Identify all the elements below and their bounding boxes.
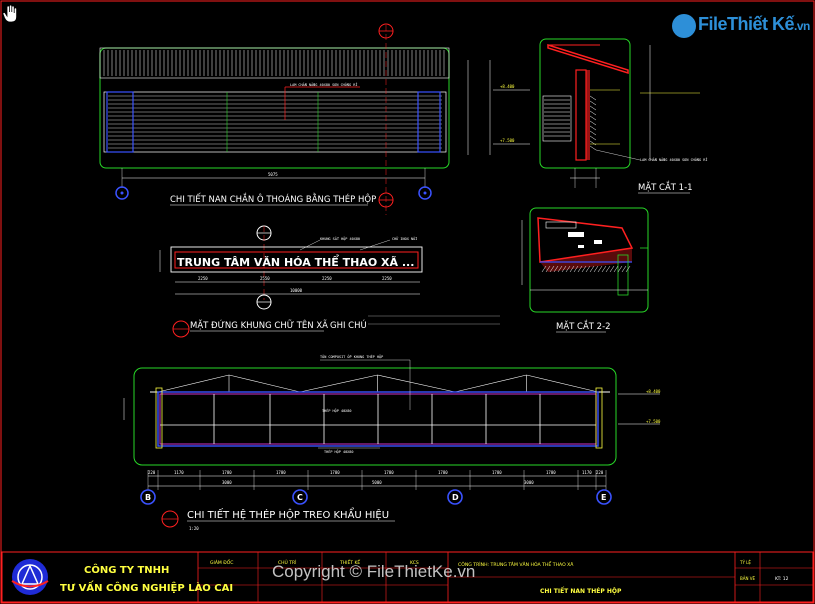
watermark-text: FileThiết Kế.vn	[698, 14, 810, 35]
right-label-1: TỶ LỆ	[739, 560, 751, 565]
frame-dim-label: 220	[596, 470, 604, 475]
top-level-2: +7.500	[500, 138, 515, 143]
sign-total: 10000	[290, 288, 303, 293]
frame-note-bot: THÉP HỘP 40X80	[324, 449, 354, 454]
frame-span-3: 3000	[524, 480, 534, 485]
copyright-watermark: Copyright © FileThietKe.vn	[272, 562, 476, 581]
role-1: GIÁM ĐỐC	[210, 558, 233, 566]
site-watermark: FileThiết Kế.vn	[672, 12, 810, 44]
frame-dim-label: 1780	[384, 470, 394, 475]
axis-label: D	[452, 493, 459, 502]
right-label-2: BẢN VẼ	[740, 576, 755, 581]
sign-dim-3: 2250	[322, 276, 332, 281]
sign-dim-4: 2250	[382, 276, 392, 281]
drawing-line	[589, 100, 597, 106]
drawing-line	[613, 265, 619, 273]
right-label-3: KT: 12	[775, 576, 789, 582]
drawing-line	[589, 105, 597, 111]
drawing-line	[526, 374, 599, 393]
section11-note: LAM CHẮN NẮNG 40X80 SƠN CHỐNG RỈ	[640, 157, 707, 162]
drawing-line	[605, 265, 611, 273]
sign-note-label: GHI CHÚ	[330, 319, 367, 331]
watermark-domain: .vn	[794, 19, 810, 33]
drawing-line	[617, 265, 623, 273]
frame-note-top: TÔN COMPOSIT ỐP KHUNG THÉP HỘP	[320, 354, 383, 359]
top-dim: 5075	[268, 172, 278, 177]
louvre-panel-view: LAM CHẮN NẮNG 40X80 SƠN CHỐNG RỈ +8.400 …	[99, 23, 530, 215]
cad-drawing-canvas: LAM CHẮN NẮNG 40X80 SƠN CHỐNG RỈ +8.400 …	[0, 0, 815, 604]
frame-dim-label: 1780	[276, 470, 286, 475]
drawing-line	[589, 135, 597, 141]
top-level-1: +8.400	[500, 84, 515, 89]
drawing-line	[299, 374, 378, 393]
drawing-line	[593, 265, 599, 273]
drawing-line	[589, 110, 597, 116]
frame-dim-label: 1780	[492, 470, 502, 475]
hand-cursor-icon	[2, 4, 17, 23]
drawing-line	[589, 130, 597, 136]
company-name-1: CÔNG TY TNHH	[84, 563, 169, 576]
section22-title: MẶT CẮT 2-2	[556, 319, 611, 332]
top-view-title: CHI TIẾT NAN CHẮN Ô THOÁNG BẰNG THÉP HỘP	[170, 192, 376, 205]
frame-level-1: +8.400	[646, 389, 661, 394]
drawing-line	[609, 265, 615, 273]
sign-note-1: KHUNG SẮT HỘP 40X80	[320, 236, 360, 241]
frame-dim-label: 1170	[174, 470, 184, 475]
drawing-line	[601, 265, 607, 273]
watermark-brand-2: Thiết Kế	[727, 14, 795, 34]
drawing-line	[589, 145, 597, 151]
sign-note-2: CHỮ INOX NỔI	[392, 236, 417, 241]
frame-dim-label: 1170	[582, 470, 592, 475]
top-note: LAM CHẮN NẮNG 40X80 SƠN CHỐNG RỈ	[290, 82, 357, 87]
frame-dim-label: 220	[148, 470, 156, 475]
sheet-border	[0, 0, 815, 604]
frame-note-mid: THÉP HỘP 40X80	[322, 408, 352, 413]
drawing-line	[157, 374, 230, 393]
sign-dim-2: 2550	[260, 276, 270, 281]
drawing-line	[589, 140, 597, 146]
section-2-2: MẶT CẮT 2-2	[521, 207, 649, 333]
frame-dim-label: 1780	[546, 470, 556, 475]
slogan-frame-view: TÔN COMPOSIT ỐP KHUNG THÉP HỘP THÉP HỘP …	[123, 354, 661, 531]
frame-span-2: 5000	[372, 480, 382, 485]
drawing-line	[589, 125, 597, 131]
axis-label: B	[145, 493, 151, 502]
drawing-line	[621, 265, 627, 273]
section-1-1: LAM CHẮN NẮNG 40X80 SƠN CHỐNG RỈ MẶT CẮT…	[539, 38, 707, 194]
sign-dim-1: 2250	[198, 276, 208, 281]
drawing-line	[597, 265, 603, 273]
drawing-title: CHI TIẾT NAN THÉP HỘP	[540, 587, 622, 595]
frame-title: CHI TIẾT HỆ THÉP HỘP TREO KHẨU HIỆU	[187, 507, 389, 521]
drawing-line	[589, 115, 597, 121]
frame-dim-label: 1780	[330, 470, 340, 475]
sign-text: TRUNG TÂM VĂN HÓA THỂ THAO XÃ ...	[177, 254, 414, 269]
frame-scale: 1:20	[189, 526, 199, 531]
frame-dim-label: 1780	[438, 470, 448, 475]
drawing-line	[454, 374, 527, 393]
company-name-2: TƯ VẤN CÔNG NGHIỆP LÀO CAI	[60, 579, 233, 594]
watermark-logo-icon	[672, 14, 696, 38]
sign-title: MẶT ĐỨNG KHUNG CHỮ TÊN XÃ	[190, 319, 328, 331]
drawing-line	[589, 120, 597, 126]
watermark-brand: File	[698, 14, 728, 34]
drawing-line	[377, 374, 456, 393]
axis-label: E	[601, 493, 606, 502]
project-name: CÔNG TRÌNH: TRUNG TÂM VĂN HÓA THỂ THAO X…	[458, 560, 574, 568]
axis-label: C	[297, 493, 303, 502]
sign-panel-view: TRUNG TÂM VĂN HÓA THỂ THAO XÃ ... KHUNG …	[159, 225, 500, 338]
drawing-line	[228, 374, 301, 393]
frame-dim-label: 1780	[222, 470, 232, 475]
drawing-line	[589, 95, 597, 101]
frame-level-2: +7.500	[646, 419, 661, 424]
section11-title: MẶT CẮT 1-1	[638, 180, 693, 193]
frame-span-1: 3000	[222, 480, 232, 485]
